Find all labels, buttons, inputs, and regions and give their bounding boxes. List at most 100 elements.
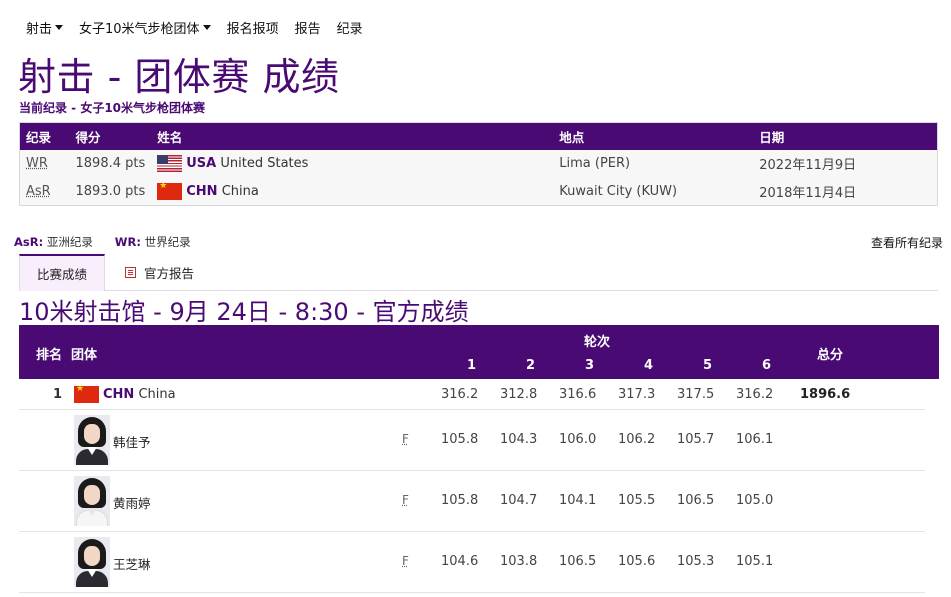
results-section-title: 10米射击馆 - 9月 24日 - 8:30 - 官方成绩 <box>19 298 469 326</box>
record-type[interactable]: WR <box>26 156 48 171</box>
tab-results[interactable]: 比赛成绩 <box>19 254 105 291</box>
record-country: United States <box>220 156 309 171</box>
col-team: 团体 <box>71 348 98 363</box>
col-round-3: 3 <box>585 358 595 373</box>
athlete-score-r2: 104.3 <box>500 432 538 447</box>
chevron-down-icon <box>202 25 211 30</box>
col-rank: 排名 <box>36 348 63 363</box>
record-country: China <box>221 183 259 199</box>
athlete-photo[interactable] <box>74 476 110 526</box>
pdf-report-icon <box>125 267 136 278</box>
col-date: 日期 <box>753 122 938 150</box>
record-row: AsR 1893.0 pts CHN China Kuwait City (KU… <box>19 177 938 206</box>
team-country: China <box>138 387 176 402</box>
team-score-r6: 316.2 <box>736 387 774 402</box>
col-score: 得分 <box>69 122 152 150</box>
record-place: Lima (PER) <box>553 149 754 178</box>
col-round-5: 5 <box>703 358 713 373</box>
records-legend: AsR: 亚洲纪录 WR: 世界纪录 <box>14 234 191 250</box>
records-subtitle: 当前纪录 - 女子10米气步枪团体赛 <box>19 101 206 115</box>
athlete-score-r6: 105.0 <box>736 493 774 508</box>
athlete-name[interactable]: 韩佳予 <box>113 432 151 451</box>
athlete-gender: F <box>402 493 409 507</box>
nav-records-link[interactable]: 纪录 <box>337 18 363 37</box>
team-noc[interactable]: CHN <box>103 387 134 402</box>
athlete-score-r5: 106.5 <box>677 493 715 508</box>
athlete-row: 黄雨婷 F 105.8 104.7 104.1 105.5 106.5 105.… <box>19 471 925 532</box>
col-round-6: 6 <box>762 358 772 373</box>
record-score: 1893.0 pts <box>69 177 152 206</box>
athlete-gender: F <box>402 554 409 568</box>
tab-official-report[interactable]: 官方报告 <box>111 254 208 291</box>
nav-reports-link[interactable]: 报告 <box>295 18 321 37</box>
athlete-photo[interactable] <box>74 415 110 465</box>
col-round-1: 1 <box>467 358 477 373</box>
record-score: 1898.4 pts <box>69 149 152 178</box>
team-result-row: 1 CHN China 316.2 312.8 316.6 317.3 317.… <box>19 380 925 410</box>
tab-official-report-label: 官方报告 <box>144 266 195 281</box>
athlete-photo[interactable] <box>74 537 110 587</box>
col-place: 地点 <box>553 122 754 150</box>
record-noc[interactable]: USA <box>186 156 216 171</box>
top-nav: 射击 女子10米气步枪团体 报名报项 报告 纪录 <box>26 18 379 37</box>
athlete-row: 韩佳予 F 105.8 104.3 106.0 106.2 105.7 106.… <box>19 410 925 471</box>
usa-flag-icon <box>157 155 183 172</box>
athlete-score-r1: 105.8 <box>441 432 479 447</box>
team-score-r4: 317.3 <box>618 387 656 402</box>
page-title: 射击 - 团体赛 成绩 <box>18 55 340 99</box>
legend-wr-text: 世界纪录 <box>144 235 191 249</box>
athlete-score-r6: 105.1 <box>736 554 774 569</box>
athlete-name[interactable]: 黄雨婷 <box>113 493 151 512</box>
athlete-row: 王芝琳 F 104.6 103.8 106.5 105.6 105.3 105.… <box>19 532 925 593</box>
team-score-r2: 312.8 <box>500 387 538 402</box>
china-flag-icon <box>157 182 183 200</box>
athlete-score-r6: 106.1 <box>736 432 774 447</box>
chevron-down-icon <box>55 25 64 30</box>
nav-event-label: 女子10米气步枪团体 <box>79 22 200 37</box>
team-entry: CHN China <box>74 386 176 403</box>
athlete-score-r4: 106.2 <box>618 432 656 447</box>
results-header: 排名 团体 轮次 1 2 3 4 5 6 总分 <box>19 325 939 379</box>
col-record: 纪录 <box>19 122 70 150</box>
team-total: 1896.6 <box>800 387 851 402</box>
col-name: 姓名 <box>151 122 554 150</box>
team-score-r5: 317.5 <box>677 387 715 402</box>
athlete-score-r5: 105.7 <box>677 432 715 447</box>
team-score-r1: 316.2 <box>441 387 479 402</box>
record-row: WR 1898.4 pts USA United States Lima (PE… <box>19 149 938 178</box>
athlete-score-r1: 105.8 <box>441 493 479 508</box>
athlete-score-r1: 104.6 <box>441 554 479 569</box>
record-place: Kuwait City (KUW) <box>553 177 754 206</box>
china-flag-icon <box>74 386 99 403</box>
nav-sport-label: 射击 <box>26 22 53 37</box>
athlete-score-r2: 104.7 <box>500 493 538 508</box>
athlete-score-r4: 105.6 <box>618 554 656 569</box>
record-date: 2022年11月9日 <box>753 149 938 178</box>
view-all-records-link[interactable]: 查看所有纪录 <box>871 234 943 251</box>
nav-event-dropdown[interactable]: 女子10米气步枪团体 <box>79 18 211 37</box>
athlete-name[interactable]: 王芝琳 <box>113 554 151 573</box>
records-table: 纪录 得分 姓名 地点 日期 WR 1898.4 pts USA United … <box>19 122 938 206</box>
record-noc[interactable]: CHN <box>186 184 217 199</box>
athlete-score-r3: 106.0 <box>559 432 597 447</box>
athlete-score-r3: 106.5 <box>559 554 597 569</box>
record-date: 2018年11月4日 <box>753 177 938 206</box>
athlete-gender: F <box>402 432 409 446</box>
col-total: 总分 <box>817 348 844 363</box>
nav-entries-link[interactable]: 报名报项 <box>227 18 279 37</box>
col-rounds: 轮次 <box>584 335 611 350</box>
athlete-score-r3: 104.1 <box>559 493 597 508</box>
col-round-2: 2 <box>526 358 536 373</box>
team-rank: 1 <box>53 387 63 402</box>
legend-wr-abbr: WR: <box>114 235 141 249</box>
record-type[interactable]: AsR <box>26 184 51 199</box>
nav-sport-dropdown[interactable]: 射击 <box>26 18 64 37</box>
legend-asr-text: 亚洲纪录 <box>46 235 93 249</box>
athlete-score-r5: 105.3 <box>677 554 715 569</box>
athlete-score-r2: 103.8 <box>500 554 538 569</box>
results-tabs: 比赛成绩 官方报告 <box>19 254 938 291</box>
col-round-4: 4 <box>644 358 654 373</box>
legend-asr-abbr: AsR: <box>14 235 44 249</box>
records-header-row: 纪录 得分 姓名 地点 日期 <box>19 122 938 150</box>
athlete-score-r4: 105.5 <box>618 493 656 508</box>
